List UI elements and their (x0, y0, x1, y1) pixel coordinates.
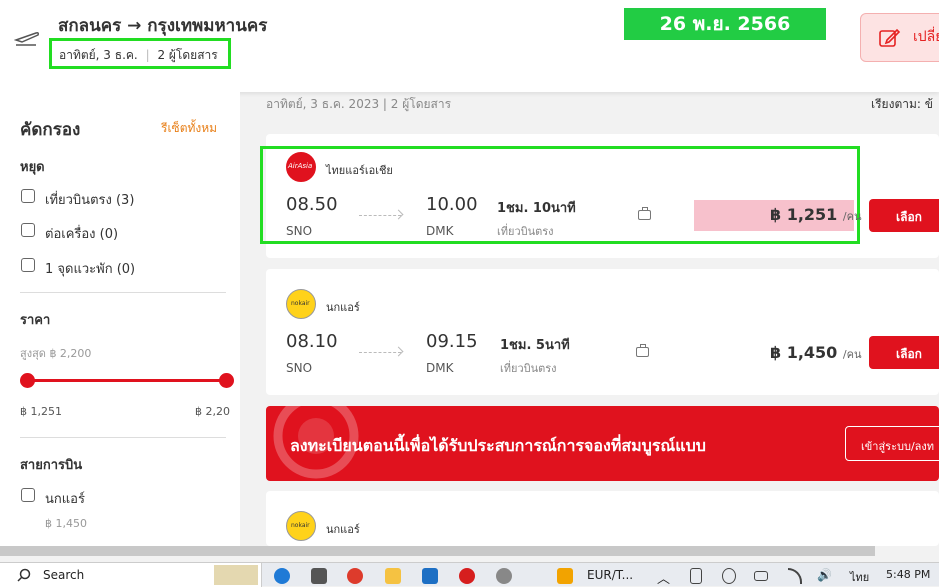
opera-icon[interactable] (459, 568, 475, 584)
app-icon[interactable] (496, 568, 512, 584)
edit-icon (879, 28, 901, 47)
price-max-value: ฿ 2,20 (195, 405, 230, 418)
airline-name: ไทยแอร์เอเชีย (326, 164, 393, 177)
nokair-logo-text: nokair (291, 300, 310, 307)
chevron-up-icon[interactable]: ︿ (657, 568, 670, 587)
tray-icon[interactable] (690, 568, 702, 584)
nokair-logo: nokair (286, 289, 316, 319)
stops-one-stop-checkbox[interactable] (21, 258, 35, 272)
select-flight-button[interactable]: เลือก (869, 199, 939, 232)
banner-text: ลงทะเบียนตอนนี้เพื่อได้รับประสบการณ์การจ… (290, 436, 706, 455)
clock[interactable]: 5:48 PM (886, 568, 930, 581)
date-badge: 26 พ.ย. 2566 (624, 8, 826, 40)
select-flight-button[interactable]: เลือก (869, 336, 939, 369)
stops-one-stop-label: 1 จุดแวะพัก (0) (45, 262, 136, 277)
route-date: อาทิตย์, 3 ธ.ค. (59, 48, 138, 62)
airline-name: นกแอร์ (326, 301, 360, 314)
depart-code: SNO (286, 361, 313, 375)
price-max-handle[interactable] (219, 373, 234, 388)
divider (20, 437, 226, 438)
stops-connecting-label: ต่อเครื่อง (0) (45, 227, 119, 242)
edge-icon[interactable] (274, 568, 290, 584)
wifi-icon[interactable] (788, 568, 802, 584)
stops-connecting-checkbox[interactable] (21, 223, 35, 237)
flight-price: ฿ 1,251 /คน (770, 205, 861, 225)
top-header: สกลนคร → กรุงเทพมหานคร อาทิตย์, 3 ธ.ค. |… (0, 0, 939, 92)
change-search-label: เปลี่ย (913, 29, 939, 45)
nokair-logo: nokair (286, 511, 316, 541)
price-amount: ฿ 1,450 (770, 343, 838, 362)
volume-icon[interactable]: 🔊 (817, 568, 832, 582)
search-label: Search (43, 568, 85, 582)
airline-nokair-checkbox[interactable] (21, 488, 35, 502)
forex-app-icon[interactable] (557, 568, 573, 584)
search-icon (17, 568, 31, 582)
flight-card: nokair นกแอร์ 08.10 SNO 09.15 DMK 1ชม. 5… (266, 269, 939, 395)
stops-direct-checkbox[interactable] (21, 189, 35, 203)
signup-banner: ลงทะเบียนตอนนี้เพื่อได้รับประสบการณ์การจ… (266, 406, 939, 481)
flight-type: เที่ยวบินตรง (500, 362, 557, 375)
flight-card: nokair นกแอร์ (266, 491, 939, 546)
battery-icon[interactable] (754, 571, 768, 581)
price-per: /คน (842, 210, 862, 223)
price-amount: ฿ 1,251 (770, 205, 838, 224)
route-passengers: 2 ผู้โดยสาร (157, 48, 218, 62)
flight-duration: 1ชม. 10นาที (497, 201, 576, 216)
change-search-button[interactable]: เปลี่ย (860, 13, 939, 62)
airlines-title: สายการบิน (20, 458, 83, 473)
plane-icon (14, 32, 39, 46)
sort-dropdown[interactable]: เรียงตาม: ข้ (871, 95, 933, 114)
flight-price: ฿ 1,450 /คน (770, 343, 861, 363)
route-title: สกลนคร → กรุงเทพมหานคร (58, 16, 268, 36)
login-register-button[interactable]: เข้าสู่ระบบ/ลงท (845, 426, 939, 461)
chrome-icon[interactable] (347, 568, 363, 584)
price-min-value: ฿ 1,251 (20, 405, 62, 418)
price-title: ราคา (20, 313, 51, 328)
divider (20, 292, 226, 293)
filter-sidebar: คัดกรอง รีเซ็ตทั้งหม หยุด เที่ยวบินตรง (… (0, 92, 240, 546)
language-indicator[interactable]: ไทย (850, 568, 869, 586)
mail-icon[interactable] (422, 568, 438, 584)
file-explorer-icon[interactable] (385, 568, 401, 584)
tray-icon[interactable] (722, 568, 736, 584)
price-per: /คน (842, 348, 862, 361)
nokair-logo-text: nokair (291, 522, 310, 529)
baggage-icon (638, 207, 651, 220)
depart-code: SNO (286, 224, 313, 238)
taskbar-search-box[interactable]: Search (0, 563, 262, 587)
depart-time: 08.10 (286, 331, 338, 352)
route-subtitle: อาทิตย์, 3 ธ.ค. | 2 ผู้โดยสาร (49, 38, 231, 69)
windows-taskbar: Search EUR/T... ︿ 🔊 ไทย 5:48 PM (0, 562, 939, 587)
airasia-logo: AirAsia (286, 152, 316, 182)
airline-name: นกแอร์ (326, 523, 360, 536)
stops-title: หยุด (20, 160, 45, 175)
airline-nokair-price: ฿ 1,450 (45, 517, 87, 530)
forex-app-label[interactable]: EUR/T... (587, 568, 633, 582)
airasia-logo-text: AirAsia (288, 162, 313, 170)
baggage-icon (636, 344, 649, 357)
stops-direct-label: เที่ยวบินตรง (3) (45, 193, 135, 208)
price-min-handle[interactable] (20, 373, 35, 388)
arrive-code: DMK (426, 224, 454, 238)
arrive-time: 09.15 (426, 331, 478, 352)
results-summary: อาทิตย์, 3 ธ.ค. 2023 | 2 ผู้โดยสาร (266, 97, 452, 111)
flight-type: เที่ยวบินตรง (497, 225, 554, 238)
flight-duration: 1ชม. 5นาที (500, 338, 570, 353)
price-range-track (27, 379, 226, 382)
app-icon[interactable] (311, 568, 327, 584)
flight-card: AirAsia ไทยแอร์เอเชีย 08.50 SNO 10.00 DM… (260, 134, 939, 258)
depart-time: 08.50 (286, 194, 338, 215)
route-separator: | (145, 48, 150, 62)
search-highlight-image (214, 565, 258, 585)
route-arrow-icon (359, 345, 401, 353)
route-arrow-icon (359, 208, 401, 216)
arrive-code: DMK (426, 361, 454, 375)
airline-nokair-label: นกแอร์ (45, 492, 85, 507)
horizontal-scrollbar[interactable] (0, 546, 875, 556)
filter-title: คัดกรอง (20, 120, 81, 140)
price-max-caption: สูงสุด ฿ 2,200 (20, 347, 92, 360)
reset-filters-link[interactable]: รีเซ็ตทั้งหม (161, 119, 217, 138)
arrive-time: 10.00 (426, 194, 478, 215)
